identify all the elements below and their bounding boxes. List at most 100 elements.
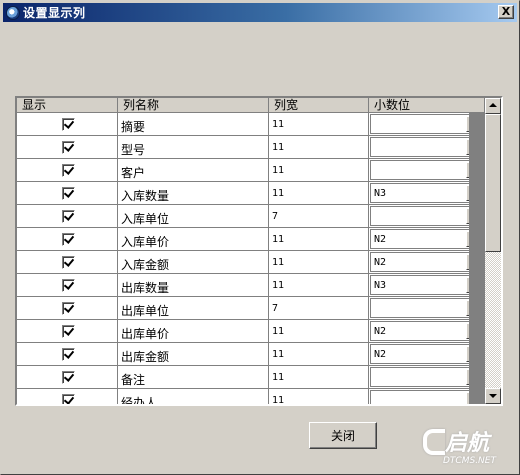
scroll-up-button[interactable] [485,98,501,114]
show-cell [17,136,118,159]
column-width-cell[interactable]: 11 [269,343,369,366]
show-cell [17,228,118,251]
column-name-text: 入库数量 [121,189,170,203]
column-name-cell[interactable]: 客户 [118,159,269,182]
decimals-select[interactable]: N2 [370,344,483,364]
column-width-cell[interactable]: 11 [269,389,369,404]
vertical-scrollbar[interactable] [485,98,501,404]
decimals-select[interactable]: N2 [370,321,483,341]
column-name-cell[interactable]: 出库数量 [118,274,269,297]
decimals-select[interactable] [370,390,483,404]
decimals-cell [369,366,485,389]
column-width-cell[interactable]: 11 [269,182,369,205]
column-width-text: 11 [272,119,285,130]
show-cell [17,320,118,343]
column-name-text: 入库单价 [121,235,170,249]
column-width-cell[interactable]: 7 [269,205,369,228]
show-checkbox[interactable] [62,256,75,269]
show-checkbox[interactable] [62,302,75,315]
header-column-name[interactable]: 列名称 [118,98,269,113]
show-checkbox[interactable] [62,279,75,292]
column-name-cell[interactable]: 入库数量 [118,182,269,205]
show-checkbox[interactable] [62,118,75,131]
show-cell [17,113,118,136]
decimals-value: N2 [374,349,387,360]
column-name-cell[interactable]: 出库金额 [118,343,269,366]
show-checkbox[interactable] [62,164,75,177]
column-width-cell[interactable]: 11 [269,113,369,136]
column-width-text: 11 [272,234,285,245]
column-width-cell[interactable]: 7 [269,297,369,320]
column-width-cell[interactable]: 11 [269,274,369,297]
decimals-cell [369,297,485,320]
header-decimals[interactable]: 小数位 [369,98,485,113]
column-name-cell[interactable]: 经办人 [118,389,269,404]
decimals-cell [369,159,485,182]
title-bar: 设置显示列 X [3,3,517,22]
decimals-select[interactable] [370,206,483,226]
show-checkbox[interactable] [62,394,75,404]
decimals-cell: N2 [369,343,485,366]
column-name-text: 型号 [121,143,146,157]
column-width-cell[interactable]: 11 [269,251,369,274]
column-name-text: 客户 [121,166,146,180]
decimals-value: N2 [374,234,387,245]
decimals-cell: N2 [369,320,485,343]
table-row: 入库金额 11 N2 [17,251,485,274]
column-name-text: 入库单位 [121,212,170,226]
column-name-cell[interactable]: 入库单价 [118,228,269,251]
table-row: 出库金额 11 N2 [17,343,485,366]
decimals-select[interactable]: N3 [370,275,483,295]
show-checkbox[interactable] [62,210,75,223]
decimals-cell: N2 [369,251,485,274]
header-show[interactable]: 显示 [17,98,118,113]
scroll-down-button[interactable] [485,388,501,404]
table-row: 摘要 11 [17,113,485,136]
table-row: 入库单价 11 N2 [17,228,485,251]
header-column-width[interactable]: 列宽 [269,98,369,113]
decimals-select[interactable]: N2 [370,229,483,249]
column-settings-grid: 显示 列名称 列宽 小数位 摘要 11 型号 11 客户 11 入库数量 11 N3 入库单位 7 入… [15,96,503,406]
column-name-cell[interactable]: 出库单位 [118,297,269,320]
show-checkbox[interactable] [62,187,75,200]
watermark-logo: 启航 DTCMS.NET [423,425,515,469]
table-row: 入库数量 11 N3 [17,182,485,205]
column-name-cell[interactable]: 入库金额 [118,251,269,274]
show-checkbox[interactable] [62,371,75,384]
column-name-cell[interactable]: 备注 [118,366,269,389]
show-checkbox[interactable] [62,325,75,338]
decimals-select[interactable] [370,367,483,387]
decimals-select[interactable] [370,298,483,318]
show-checkbox[interactable] [62,141,75,154]
close-button[interactable]: 关闭 [309,422,377,449]
show-cell [17,182,118,205]
column-width-cell[interactable]: 11 [269,228,369,251]
column-name-cell[interactable]: 型号 [118,136,269,159]
decimals-select[interactable]: N2 [370,252,483,272]
table-row: 出库数量 11 N3 [17,274,485,297]
column-width-cell[interactable]: 11 [269,320,369,343]
show-cell [17,343,118,366]
column-width-text: 11 [272,372,285,383]
column-name-text: 出库金额 [121,350,170,364]
column-width-cell[interactable]: 11 [269,159,369,182]
scroll-thumb[interactable] [485,114,501,252]
decimals-select[interactable] [370,160,483,180]
show-cell [17,159,118,182]
column-name-cell[interactable]: 摘要 [118,113,269,136]
column-width-cell[interactable]: 11 [269,136,369,159]
decimals-select[interactable] [370,137,483,157]
decimals-select[interactable] [370,114,483,134]
column-name-text: 摘要 [121,120,146,134]
column-name-cell[interactable]: 出库单价 [118,320,269,343]
decimals-select[interactable]: N3 [370,183,483,203]
window-close-button[interactable]: X [498,5,514,19]
show-checkbox[interactable] [62,348,75,361]
column-width-cell[interactable]: 11 [269,366,369,389]
show-checkbox[interactable] [62,233,75,246]
column-width-text: 11 [272,280,285,291]
column-width-text: 11 [272,395,285,404]
column-name-cell[interactable]: 入库单位 [118,205,269,228]
decimals-cell [369,205,485,228]
decimals-cell [369,136,485,159]
